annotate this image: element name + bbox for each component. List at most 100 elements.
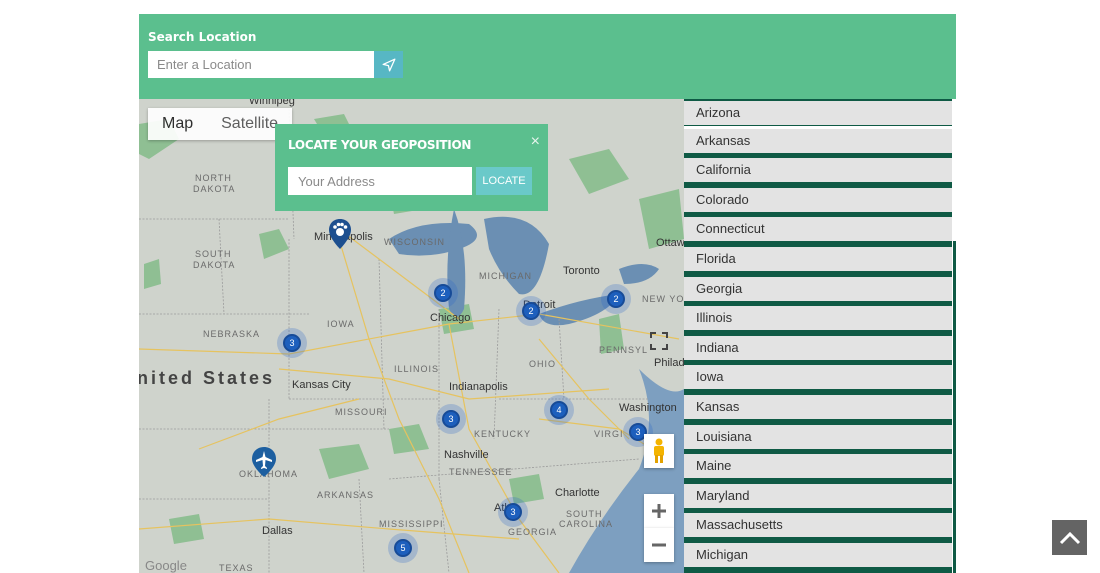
state-list-item[interactable]: Arkansas	[684, 128, 952, 159]
state-list[interactable]: Arizona Arkansas California Colorado Con…	[684, 99, 956, 573]
map-cluster[interactable]: 2	[516, 296, 546, 326]
map-label-illinois: ILLINOIS	[394, 364, 440, 374]
state-label: Indiana	[684, 335, 952, 360]
locate-button[interactable]: LOCATE	[476, 167, 532, 195]
map-label-texas: TEXAS	[219, 563, 254, 573]
state-label: California	[684, 158, 952, 183]
state-label: Maryland	[684, 483, 952, 508]
state-list-item[interactable]: Massachusetts	[684, 513, 952, 543]
paw-marker[interactable]	[329, 219, 351, 254]
cluster-count: 5	[394, 539, 412, 557]
map-label-north-dakota-2: DAKOTA	[193, 184, 236, 194]
fullscreen-icon	[650, 332, 668, 350]
state-label: Colorado	[684, 187, 952, 212]
map-label-tennessee: TENNESSEE	[449, 467, 513, 477]
state-list-item[interactable]: Connecticut	[684, 217, 952, 247]
map-type-control: Map Satellite	[148, 108, 293, 140]
map-label-winnipeg: Winnipeg	[249, 99, 295, 107]
state-label: Kansas	[684, 395, 952, 419]
cluster-count: 2	[522, 302, 540, 320]
state-label: Florida	[684, 247, 952, 271]
send-icon	[382, 58, 395, 71]
map-label-nebraska: NEBRASKA	[203, 329, 261, 339]
cluster-count: 3	[283, 334, 301, 352]
state-list-item[interactable]: Florida	[684, 247, 952, 277]
state-list-scrollbar[interactable]	[953, 241, 956, 573]
map-cluster[interactable]: 5	[388, 533, 418, 563]
map-cluster[interactable]: 3	[277, 328, 307, 358]
state-label: Georgia	[684, 276, 952, 301]
map-cluster[interactable]: 3	[436, 404, 466, 434]
paw-pin-icon	[329, 219, 351, 249]
search-title: Search Location	[148, 30, 257, 44]
map-label-nashville: Nashville	[444, 449, 489, 461]
cluster-count: 4	[550, 401, 568, 419]
map-label-iowa: IOWA	[327, 319, 355, 329]
map-label-south-carolina-2: CAROLINA	[559, 519, 614, 529]
map-cluster[interactable]: 3	[498, 497, 528, 527]
minus-icon	[652, 543, 666, 547]
state-list-item[interactable]: Kansas	[684, 395, 952, 425]
state-list-item[interactable]: Illinois	[684, 306, 952, 336]
search-submit-button[interactable]	[374, 51, 403, 78]
map-cluster[interactable]: 2	[601, 284, 631, 314]
zoom-out-button[interactable]	[644, 528, 674, 562]
map-label-michigan: MICHIGAN	[479, 271, 532, 281]
state-label: Iowa	[684, 365, 952, 390]
zoom-in-button[interactable]	[644, 494, 674, 528]
map-label-south-carolina-1: SOUTH	[566, 509, 603, 519]
fullscreen-button[interactable]	[644, 326, 674, 356]
popup-title: LOCATE YOUR GEOPOSITION	[288, 138, 472, 152]
map-label-united-states: nited States	[139, 368, 276, 388]
state-label: Connecticut	[684, 217, 952, 242]
cluster-count: 3	[442, 410, 460, 428]
state-list-item[interactable]: Indiana	[684, 335, 952, 366]
state-list-item[interactable]: Louisiana	[684, 424, 952, 455]
plus-icon	[652, 504, 666, 518]
search-panel: Search Location	[139, 14, 956, 99]
map-label-indianapolis: Indianapolis	[449, 381, 508, 393]
map-label-chicago: Chicago	[430, 312, 471, 324]
state-list-item[interactable]: Georgia	[684, 276, 952, 307]
plane-pin-icon	[252, 447, 276, 477]
google-logo: Google	[145, 558, 187, 573]
state-label: Louisiana	[684, 424, 952, 449]
map-cluster[interactable]: 4	[544, 395, 574, 425]
map-label-south-dakota-2: DAKOTA	[193, 260, 236, 270]
scroll-to-top-button[interactable]	[1052, 520, 1087, 555]
state-label: Illinois	[684, 306, 952, 331]
map-label-missouri: MISSOURI	[335, 407, 388, 417]
state-list-item[interactable]: Maryland	[684, 483, 952, 514]
street-view-pegman[interactable]	[644, 434, 674, 468]
map-label-georgia: GEORGIA	[508, 527, 558, 537]
geoposition-popup: LOCATE YOUR GEOPOSITION × LOCATE	[275, 124, 548, 211]
state-list-item[interactable]: Iowa	[684, 365, 952, 395]
map-label-ohio: OHIO	[529, 359, 557, 369]
state-list-item[interactable]: Colorado	[684, 187, 952, 218]
cluster-count: 2	[607, 290, 625, 308]
map-type-map-button[interactable]: Map	[148, 108, 207, 140]
plane-marker[interactable]	[252, 447, 276, 482]
map-label-washington: Washington	[619, 402, 677, 414]
store-locator: Search Location Enter a Location Map Sat…	[139, 14, 956, 573]
state-list-item[interactable]: Maine	[684, 454, 952, 484]
state-label: Maine	[684, 454, 952, 479]
state-list-item[interactable]: Arizona	[684, 99, 952, 126]
address-input[interactable]	[288, 167, 472, 195]
state-label: Massachusetts	[684, 513, 952, 538]
map-cluster[interactable]: 2	[428, 278, 458, 308]
state-label: Michigan	[684, 543, 952, 567]
map-label-south-dakota-1: SOUTH	[195, 249, 232, 259]
map-label-pennsylvania: PENNSYL	[599, 345, 649, 355]
map-label-virginia: VIRGI	[594, 429, 624, 439]
map-label-toronto: Toronto	[563, 265, 600, 277]
map-label-new-york: NEW YOR	[642, 294, 684, 304]
map-label-north-dakota-1: NORTH	[195, 173, 232, 183]
search-location-input[interactable]	[148, 51, 374, 78]
map-label-arkansas: ARKANSAS	[317, 490, 375, 500]
state-list-item[interactable]: California	[684, 158, 952, 188]
cluster-count: 3	[504, 503, 522, 521]
state-list-item[interactable]: Michigan	[684, 543, 952, 573]
close-icon[interactable]: ×	[531, 133, 540, 151]
map-label-kentucky: KENTUCKY	[474, 429, 532, 439]
